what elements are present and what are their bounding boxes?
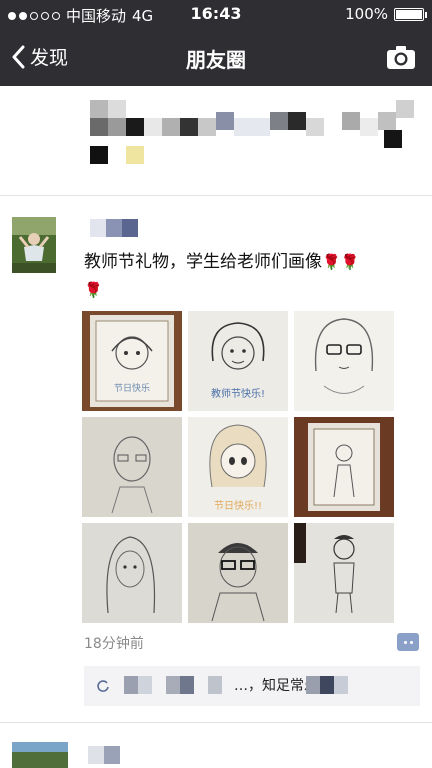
battery-icon: [394, 7, 427, 21]
svg-text:节日快乐!!: 节日快乐!!: [214, 500, 262, 512]
photo-thumbnail[interactable]: 节日快乐: [82, 311, 182, 411]
rose-emoji: 🌹: [84, 281, 103, 299]
back-button[interactable]: 发现: [12, 43, 68, 70]
status-right: 100%: [345, 5, 427, 23]
avatar[interactable]: [12, 217, 56, 273]
comment-area: …，知足常乐…: [84, 666, 420, 706]
commenter-name-blurred: [124, 676, 234, 696]
comment-tail-blurred: [306, 676, 366, 696]
chevron-left-icon: [12, 45, 25, 68]
next-author-blurred: [88, 746, 128, 766]
rose-emoji: 🌹: [340, 253, 360, 271]
next-post-avatar[interactable]: [12, 742, 68, 768]
refresh-icon: [97, 680, 109, 692]
post-timestamp: 18分钟前: [84, 636, 144, 652]
photo-thumbnail[interactable]: [82, 523, 182, 623]
rose-emoji: 🌹: [322, 253, 341, 271]
photo-thumbnail[interactable]: [188, 523, 288, 623]
back-label: 发现: [30, 47, 69, 69]
battery-percent: 100%: [345, 5, 388, 23]
photo-thumbnail[interactable]: [294, 417, 394, 517]
navigation-bar: 发现 朋友圈: [0, 30, 432, 86]
svg-text:节日快乐: 节日快乐: [114, 382, 150, 394]
photo-thumbnail[interactable]: 节日快乐!!: [188, 417, 288, 517]
post-divider: [0, 195, 432, 196]
status-bar: 中国移动 4G 16:43 100%: [0, 0, 432, 30]
comment-dots-icon[interactable]: [397, 633, 419, 651]
author-name-blurred: [88, 219, 158, 239]
photo-thumbnail[interactable]: 教师节快乐!: [188, 311, 288, 411]
previous-post-blurred-content: [80, 92, 420, 172]
photo-thumbnail[interactable]: [82, 417, 182, 517]
post-text: 教师节礼物，学生给老师们画像🌹🌹 🌹: [84, 248, 420, 304]
photo-thumbnail[interactable]: [294, 523, 394, 623]
camera-icon[interactable]: [386, 44, 416, 74]
post-text-content: 教师节礼物，学生给老师们画像: [84, 252, 322, 272]
post-divider: [0, 722, 432, 723]
svg-text:教师节快乐!: 教师节快乐!: [211, 387, 265, 400]
photo-thumbnail[interactable]: [294, 311, 394, 411]
photo-grid: 节日快乐 教师节快乐! 节日快乐!!: [82, 311, 394, 623]
